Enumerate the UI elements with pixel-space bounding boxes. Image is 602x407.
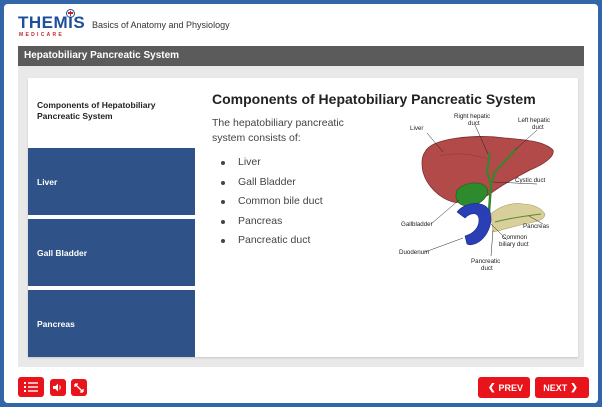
sidebar-item-components[interactable]: Components of Hepatobiliary Pancreatic S… [28,78,195,144]
chevron-right-icon: ❯ [570,382,578,392]
label-common-biliary-duct: Common [502,234,528,241]
list-item: Pancreatic duct [219,234,323,254]
sidebar-item-gall-bladder[interactable]: Gall Bladder [28,219,195,286]
medical-cross-icon [66,9,75,18]
list-item: Pancreas [219,215,323,235]
speaker-icon [53,383,61,392]
component-list: Liver Gall Bladder Common bile duct Panc… [219,156,323,254]
label-left-hepatic-duct: duct [532,124,544,131]
prev-button[interactable]: ❮ PREV [478,377,530,398]
footer-toolbar: ❮ PREV NEXT ❯ [4,367,598,403]
label-duodenum: Duodenum [399,249,429,256]
sidebar-item-pancreas[interactable]: Pancreas [28,290,195,357]
course-title: Basics of Anatomy and Physiology [92,20,230,30]
hepatobiliary-diagram: Liver Right hepatic duct Left hepatic du… [399,113,554,272]
themis-logo: THEMIS MEDICARE [18,9,85,42]
label-right-hepatic-duct: Right hepatic [454,113,490,120]
sidebar-item-label: Components of Hepatobiliary Pancreatic S… [37,100,156,121]
topic-sidebar: Components of Hepatobiliary Pancreatic S… [28,78,195,357]
label-cystic-duct: Cystic duct [515,177,546,184]
page-title: Components of Hepatobiliary Pancreatic S… [212,91,536,107]
sidebar-item-label: Liver [37,176,58,187]
intro-text: The hepatobiliary pancreatic system cons… [212,117,344,144]
sidebar-item-label: Gall Bladder [37,247,88,258]
fullscreen-button[interactable] [71,379,87,396]
logo-subtext: MEDICARE [19,32,65,38]
list-icon [24,382,38,392]
label-pancreas: Pancreas [523,223,549,230]
section-title: Hepatobiliary Pancreatic System [18,46,584,66]
chevron-left-icon: ❮ [487,382,496,392]
list-item: Liver [219,156,323,176]
logo-text: THEMIS [18,13,86,32]
list-item: Common bile duct [219,195,323,215]
sidebar-item-label: Pancreas [37,318,75,329]
audio-button[interactable] [50,379,66,396]
header: THEMIS MEDICARE Basics of Anatomy and Ph… [4,4,598,46]
label-liver: Liver [410,125,423,132]
label-gallbladder: Gallbladder [401,221,433,228]
sidebar-item-liver[interactable]: Liver [28,148,195,215]
content-card: Components of Hepatobiliary Pancreatic S… [28,78,578,357]
prev-label: PREV [498,382,524,393]
label-pancreatic-duct: Pancreatic [471,258,500,265]
next-label: NEXT [543,382,568,393]
main-content: Components of Hepatobiliary Pancreatic S… [195,78,578,357]
label-right-hepatic-duct: duct [468,120,480,127]
course-window: THEMIS MEDICARE Basics of Anatomy and Ph… [4,4,598,403]
next-button[interactable]: NEXT ❯ [535,377,589,398]
fullscreen-icon [74,382,84,393]
label-pancreatic-duct: duct [481,265,493,272]
list-item: Gall Bladder [219,176,323,196]
menu-button[interactable] [18,377,44,397]
content-area: Components of Hepatobiliary Pancreatic S… [18,66,584,367]
label-left-hepatic-duct: Left hepatic [518,117,550,124]
label-common-biliary-duct: biliary duct [499,241,529,248]
